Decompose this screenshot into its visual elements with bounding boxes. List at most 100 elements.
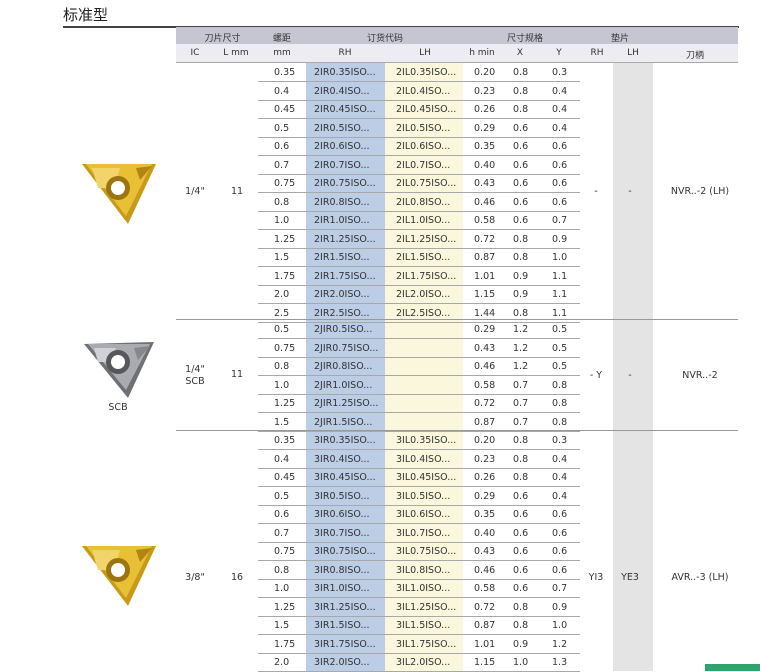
group2-shim-rh: - Y <box>589 370 603 381</box>
table-row: 0.45 3IR0.45ISO... 3IL0.45ISO... 0.26 0.8 0.4 <box>258 468 580 487</box>
table-row: 1.25 2IR1.25ISO... 2IL1.25ISO... 0.72 0.8 0.9 <box>258 230 580 249</box>
y-cell: 0.6 <box>552 546 568 557</box>
shim-lh-column-bg-group3 <box>613 431 653 671</box>
x-cell: 0.6 <box>513 141 529 152</box>
h-min-cell: 1.01 <box>474 270 496 282</box>
pitch-cell: 1.25 <box>274 398 296 409</box>
rh-code-cell: 2IR1.5ISO... <box>314 252 370 263</box>
x-cell: 0.8 <box>513 472 529 483</box>
lh-code-cell: 2IL0.35ISO... <box>396 67 457 78</box>
lh-code-cell: 3IL1.75ISO... <box>396 638 457 650</box>
pitch-cell: 0.5 <box>274 122 290 134</box>
table-row: 0.5 2IR0.5ISO... 2IL0.5ISO... 0.29 0.6 0.4 <box>258 119 580 138</box>
pitch-cell: 0.75 <box>274 546 296 557</box>
lh-code-cell: 3IL0.8ISO... <box>396 564 451 576</box>
h-min-cell: 0.35 <box>474 509 496 520</box>
header-row-groups <box>176 27 738 44</box>
h-min-cell: 0.26 <box>474 472 496 483</box>
x-cell: 1.2 <box>513 361 529 372</box>
rh-code-cell: 3IR1.5ISO... <box>314 620 370 631</box>
table-row: 1.0 3IR1.0ISO... 3IL1.0ISO... 0.58 0.6 0.7 <box>258 579 580 598</box>
group1-shim-rh: - <box>594 186 598 197</box>
table-row: 0.7 2IR0.7ISO... 2IL0.7ISO... 0.40 0.6 0.6 <box>258 156 580 175</box>
x-cell: 0.8 <box>513 601 529 613</box>
header-spec: 尺寸规格 <box>506 34 543 44</box>
rh-code-cell: 2JIR1.0ISO... <box>314 379 373 391</box>
x-cell: 0.6 <box>513 159 529 171</box>
lh-code-cell: 2IL0.45ISO... <box>396 104 457 115</box>
rh-code-cell: 2JIR0.75ISO... <box>314 342 379 354</box>
pitch-cell: 1.75 <box>274 270 296 282</box>
table-row: 1.0 2JIR1.0ISO... 0.58 0.7 0.8 <box>258 376 580 395</box>
pitch-cell: 0.8 <box>274 196 290 208</box>
header-holder: 刀柄 <box>685 51 704 61</box>
x-cell: 0.8 <box>513 453 529 465</box>
header-pitch: 螺距 <box>272 34 291 44</box>
h-min-cell: 0.87 <box>474 620 496 631</box>
lh-code-cell: 3IL1.0ISO... <box>396 583 451 594</box>
table-row: 1.5 2JIR1.5ISO... 0.87 0.7 0.8 <box>258 413 580 432</box>
lh-code-cell: 3IL0.5ISO... <box>396 490 451 502</box>
header-mm: mm <box>273 48 291 58</box>
h-min-cell: 0.23 <box>474 453 496 465</box>
h-min-cell: 0.29 <box>474 490 496 502</box>
header-blade-size: 刀片尺寸 <box>204 34 241 44</box>
table-row: 0.5 2JIR0.5ISO... 0.29 1.2 0.5 <box>258 320 580 339</box>
h-min-cell: 0.43 <box>474 178 496 189</box>
pitch-cell: 0.6 <box>274 509 290 520</box>
pitch-cell: 0.75 <box>274 178 296 189</box>
h-min-cell: 0.26 <box>474 104 496 115</box>
pitch-cell: 0.8 <box>274 564 290 576</box>
x-cell: 0.8 <box>513 435 529 446</box>
lh-code-cell: 3IL1.25ISO... <box>396 601 457 613</box>
gold-insert-image <box>82 164 156 224</box>
header-x: X <box>516 48 524 58</box>
rh-code-cell: 3IR1.0ISO... <box>314 583 370 594</box>
x-cell: 0.6 <box>513 527 529 539</box>
pitch-cell: 0.35 <box>274 435 296 446</box>
x-cell: 0.6 <box>513 564 529 576</box>
rh-code-cell: 2IR0.35ISO... <box>314 67 376 78</box>
header-lh: LH <box>419 48 431 58</box>
lh-code-cell: 3IL0.6ISO... <box>396 509 451 520</box>
pitch-cell: 1.0 <box>274 583 290 594</box>
group2-l: 11 <box>230 369 244 380</box>
lh-code-cell: 2IL0.75ISO... <box>396 178 457 189</box>
lh-code-cell: 2IL1.0ISO... <box>396 215 451 226</box>
group1-holder: NVR..-2 (LH) <box>670 186 730 197</box>
y-cell: 0.6 <box>552 141 568 152</box>
rh-code-cell: 3IR0.8ISO... <box>314 564 370 576</box>
table-row: 1.25 2JIR1.25ISO... 0.72 0.7 0.8 <box>258 394 580 413</box>
x-cell: 1.0 <box>513 657 529 668</box>
pitch-cell: 0.35 <box>274 67 296 78</box>
rh-code-cell: 2IR0.75ISO... <box>314 178 376 189</box>
y-cell: 0.4 <box>552 453 568 465</box>
h-min-cell: 0.87 <box>474 252 496 263</box>
rh-code-cell: 3IR1.75ISO... <box>314 638 376 650</box>
rh-code-cell: 2IR0.5ISO... <box>314 122 370 134</box>
pitch-cell: 1.0 <box>274 379 290 391</box>
pitch-cell: 1.5 <box>274 252 290 263</box>
rh-code-cell: 3IR0.75ISO... <box>314 546 376 557</box>
rh-code-cell: 2JIR0.8ISO... <box>314 361 373 372</box>
y-cell: 0.9 <box>552 233 568 245</box>
pitch-cell: 1.5 <box>274 416 290 428</box>
pitch-cell: 0.6 <box>274 141 290 152</box>
page-title: 标准型 <box>63 6 109 24</box>
table-row: 1.5 2IR1.5ISO... 2IL1.5ISO... 0.87 0.8 1.0 <box>258 248 580 267</box>
lh-code-cell: 2IL0.4ISO... <box>396 85 451 97</box>
table-row: 0.35 2IR0.35ISO... 2IL0.35ISO... 0.20 0.8 0.3 <box>258 63 580 82</box>
rh-code-cell: 3IR0.5ISO... <box>314 490 370 502</box>
h-min-cell: 0.46 <box>474 361 496 372</box>
header-shim-rh: RH <box>590 48 604 58</box>
group2-insert-label: SCB <box>108 402 128 413</box>
pitch-cell: 0.4 <box>274 453 290 465</box>
group3-shim-lh: YE3 <box>621 572 639 583</box>
lh-code-cell: 3IL0.7ISO... <box>396 527 451 539</box>
header-row-columns <box>176 44 738 63</box>
h-min-cell: 1.01 <box>474 638 496 650</box>
header-l-mm: L mm <box>223 48 249 58</box>
table-row: 1.75 3IR1.75ISO... 3IL1.75ISO... 1.01 0.9 1.2 <box>258 635 580 654</box>
table-row: 0.8 3IR0.8ISO... 3IL0.8ISO... 0.46 0.6 0.6 <box>258 561 580 580</box>
y-cell: 1.1 <box>552 270 568 282</box>
